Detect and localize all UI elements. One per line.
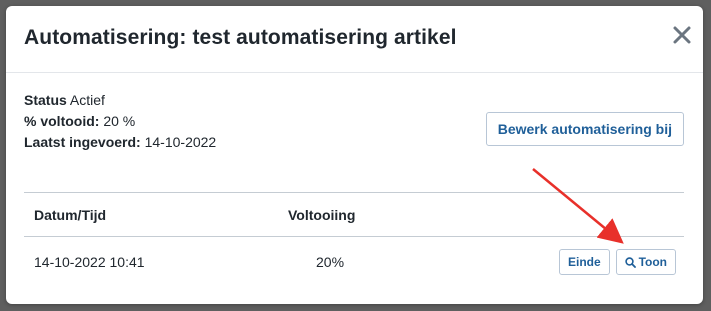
search-icon (624, 252, 636, 276)
column-header-actions (488, 193, 684, 237)
last-entered-label: Laatst ingevoerd: (24, 134, 141, 150)
column-header-datetime: Datum/Tijd (34, 206, 107, 223)
progress-row: % voltooid: 20 % (24, 111, 216, 132)
automation-dialog: Automatisering: test automatisering arti… (6, 6, 703, 304)
show-button-label: Toon (638, 255, 667, 269)
status-row: Status Actief (24, 90, 216, 111)
progress-value: 20 % (103, 113, 136, 129)
runs-table: Datum/Tijd Voltooiing 14-10-2022 10:41 2… (24, 192, 684, 287)
close-button[interactable] (671, 24, 693, 46)
table-row: 14-10-2022 10:41 20% Einde Toon (24, 237, 684, 288)
dialog-header: Automatisering: test automatisering arti… (6, 6, 703, 73)
show-button[interactable]: Toon (615, 249, 676, 276)
status-value: Actief (69, 92, 105, 108)
automation-info: Status Actief % voltooid: 20 % Laatst in… (24, 90, 216, 153)
dialog-title: Automatisering: test automatisering arti… (24, 26, 457, 49)
last-entered-row: Laatst ingevoerd: 14-10-2022 (24, 132, 216, 153)
cell-completion: 20% (316, 254, 345, 270)
progress-label: % voltooid: (24, 113, 100, 129)
edit-automation-button[interactable]: Bewerk automatisering bij (485, 112, 684, 146)
end-button[interactable]: Einde (559, 249, 610, 275)
column-header-completion: Voltooiing (288, 206, 356, 223)
status-label: Status (24, 92, 67, 108)
close-icon (673, 26, 691, 44)
cell-actions: Einde Toon (488, 237, 684, 288)
end-button-label: Einde (568, 255, 601, 269)
last-entered-value: 14-10-2022 (144, 134, 217, 150)
cell-datetime: 14-10-2022 10:41 (34, 254, 145, 270)
table-header-row: Datum/Tijd Voltooiing (24, 192, 684, 237)
